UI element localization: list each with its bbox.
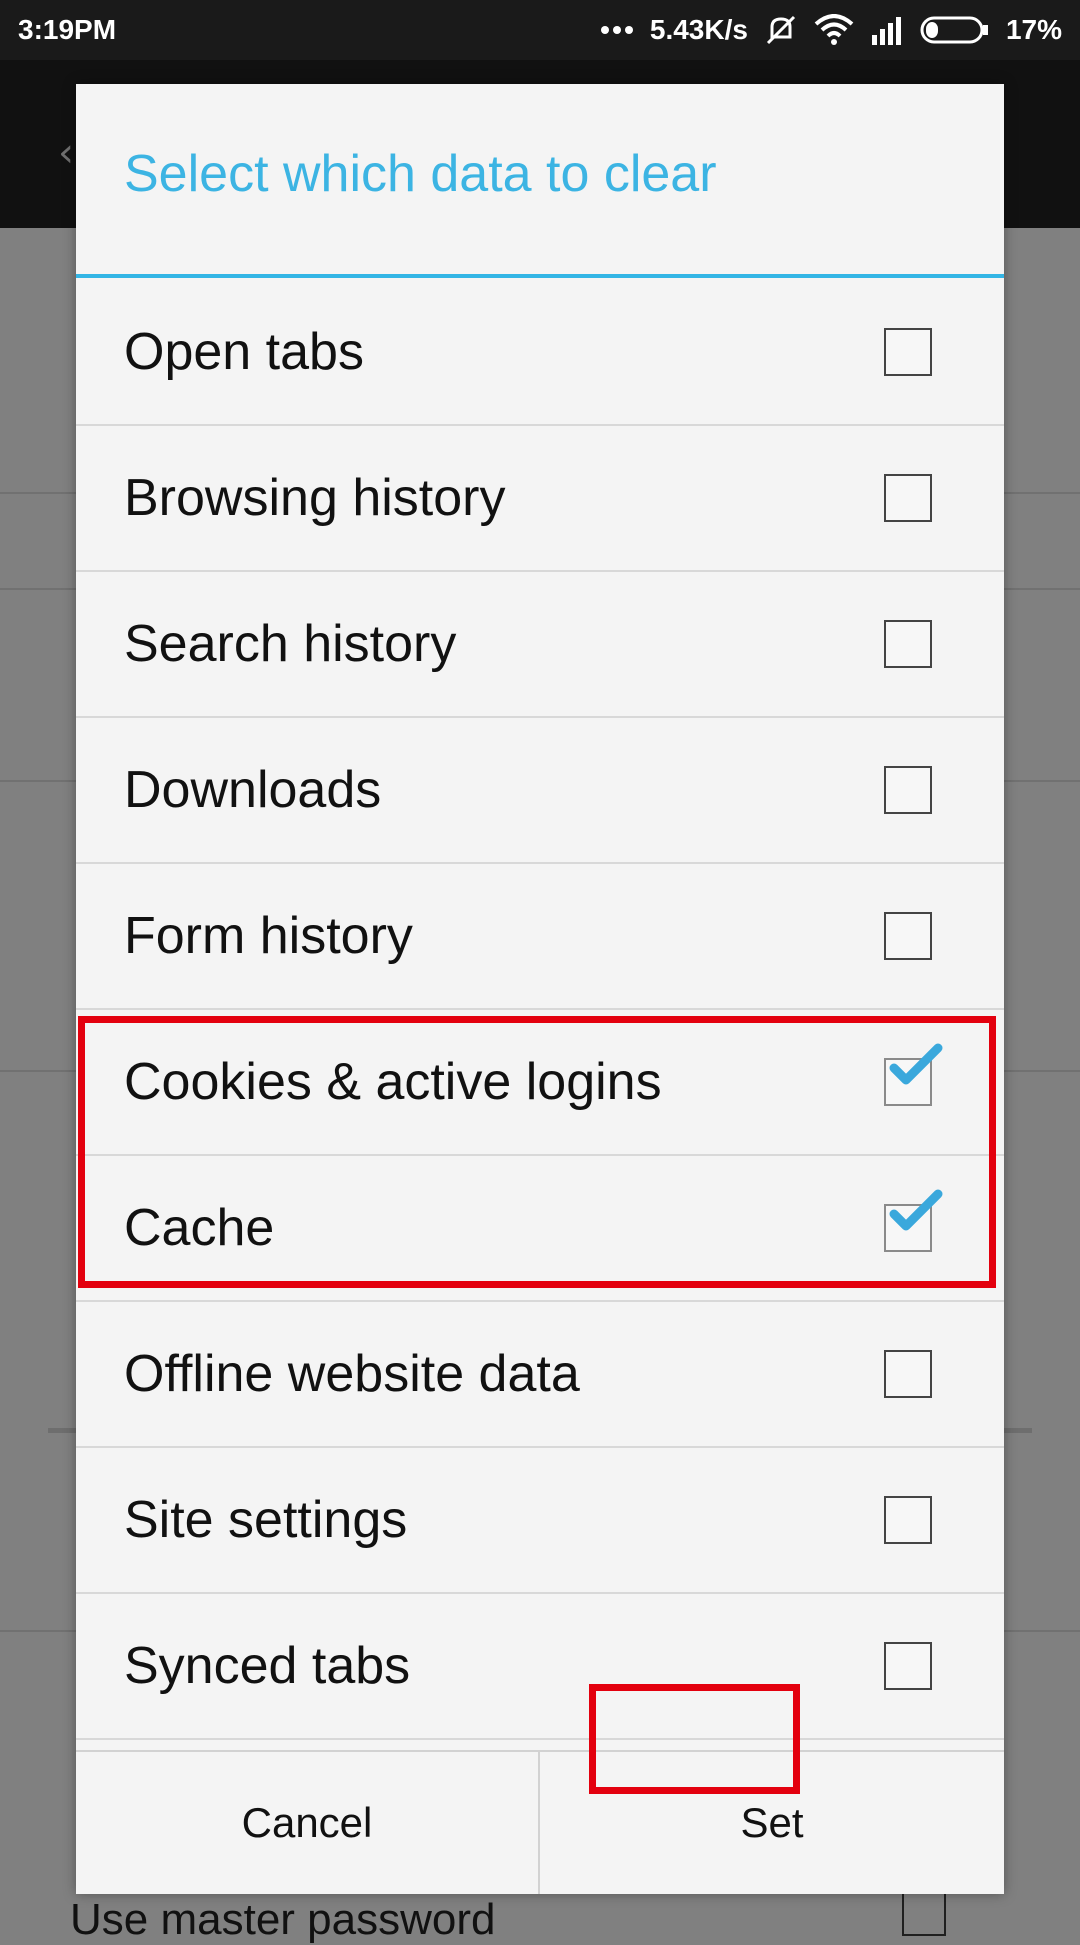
data-options-list: Open tabs Browsing history Search history D… [76, 280, 1004, 1740]
list-item[interactable]: Search history [76, 572, 1004, 718]
battery-percent: 17% [1005, 14, 1062, 45]
background-checkbox [902, 1892, 946, 1936]
checkbox[interactable] [884, 912, 932, 960]
checkbox[interactable] [884, 766, 932, 814]
list-item[interactable]: Offline website data [76, 1302, 1004, 1448]
back-arrow-icon: ‹ [58, 130, 74, 176]
status-time: 3:19PM [18, 14, 117, 45]
checkbox[interactable] [884, 1350, 932, 1398]
list-item[interactable]: Form history [76, 864, 1004, 1010]
list-item-label: Site settings [124, 1491, 408, 1549]
highlight-box-set [589, 1684, 800, 1794]
list-item-label: Offline website data [124, 1345, 580, 1403]
more-dots-icon [600, 24, 634, 36]
list-item-label: Search history [124, 615, 457, 673]
wifi-icon [814, 14, 854, 46]
checkbox[interactable] [884, 474, 932, 522]
list-item[interactable]: Synced tabs [76, 1594, 1004, 1740]
list-item[interactable]: Open tabs [76, 280, 1004, 426]
list-item-label: Form history [124, 907, 413, 965]
list-item[interactable]: Site settings [76, 1448, 1004, 1594]
dialog-title: Select which data to clear [124, 145, 717, 203]
signal-icon [870, 15, 904, 45]
cancel-button[interactable]: Cancel [76, 1752, 540, 1894]
battery-icon [920, 15, 990, 45]
checkbox[interactable] [884, 1642, 932, 1690]
network-speed: 5.43K/s [649, 14, 748, 45]
highlight-box-cookies-cache [78, 1016, 996, 1288]
mute-icon [764, 13, 798, 47]
checkbox[interactable] [884, 328, 932, 376]
dialog-buttons: Cancel Set [76, 1750, 1004, 1894]
checkbox[interactable] [884, 620, 932, 668]
clear-data-dialog: Select which data to clear Open tabs Brow… [76, 84, 1004, 1894]
list-item[interactable]: Downloads [76, 718, 1004, 864]
status-bar: 3:19PM 5.43K/s 17% [0, 0, 1080, 60]
list-item[interactable]: Browsing history [76, 426, 1004, 572]
checkbox[interactable] [884, 1496, 932, 1544]
list-item-label: Browsing history [124, 469, 506, 527]
list-item-label: Synced tabs [124, 1637, 411, 1695]
list-item-label: Downloads [124, 761, 382, 819]
list-item-label: Open tabs [124, 323, 364, 381]
background-setting-label: Use master password [70, 1895, 496, 1944]
title-divider [76, 274, 1004, 278]
